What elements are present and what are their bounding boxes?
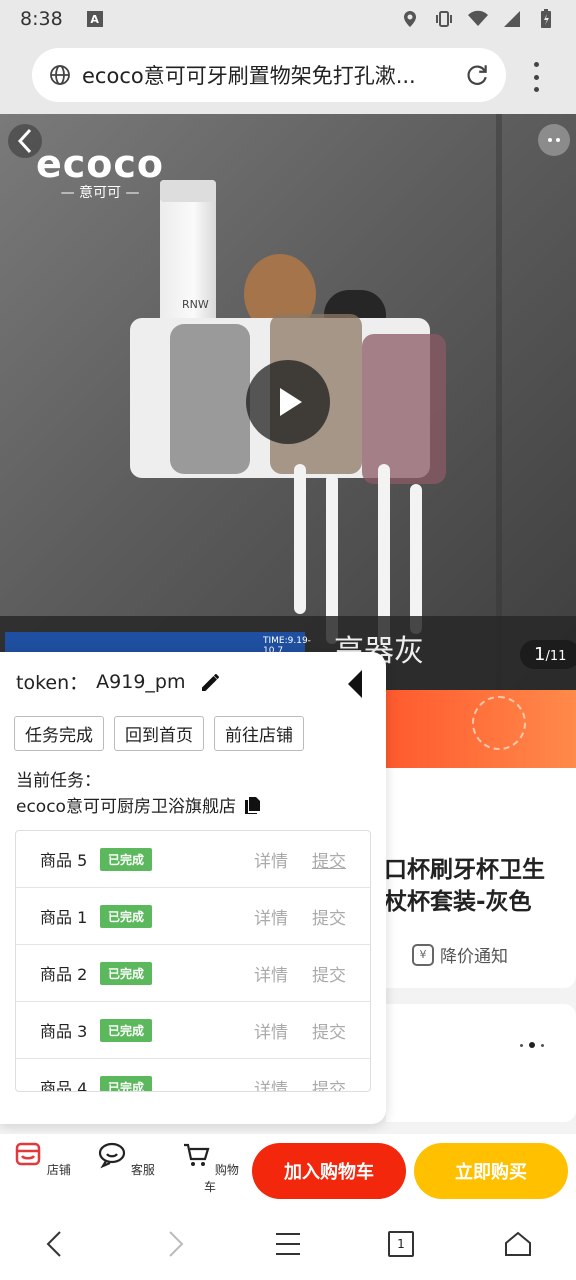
status-badge: 已完成 <box>100 904 153 928</box>
token-row: token： A919_pm <box>16 668 223 695</box>
product-gallery[interactable]: RNW ecoco — 意可可 — TIME:9.19-10.7 高器灰 1/1… <box>0 114 576 690</box>
vibrate-icon <box>436 11 452 27</box>
chat-icon <box>98 1142 126 1169</box>
store-tab[interactable]: 店铺 <box>12 1140 72 1178</box>
accessibility-icon: A <box>86 11 103 27</box>
play-icon <box>280 388 302 416</box>
battery-icon <box>541 9 551 28</box>
list-item: 商品 4 已完成 详情 提交 <box>16 1059 370 1092</box>
browser-toolbar: ecoco意可可牙刷置物架免打孔漱... <box>0 38 576 114</box>
toothbrush-image <box>294 464 306 614</box>
submit-link[interactable]: 提交 <box>312 904 346 929</box>
brand-logo: ecoco — 意可可 — <box>36 142 165 201</box>
image-counter: 1/11 <box>520 640 576 669</box>
wifi-icon <box>468 10 488 26</box>
back-home-button[interactable]: 回到首页 <box>114 716 204 751</box>
current-task-label: 当前任务： <box>16 771 101 791</box>
copy-icon[interactable] <box>242 795 262 815</box>
task-panel: token： A919_pm 任务完成 回到首页 前往店铺 当前任务： ecoc… <box>0 652 386 1124</box>
url-text[interactable]: ecoco意可可牙刷置物架免打孔漱... <box>82 60 454 90</box>
token-value: A919_pm <box>96 670 186 693</box>
status-badge: 已完成 <box>100 847 153 871</box>
location-icon <box>404 11 416 27</box>
buy-now-button[interactable]: 立即购买 <box>414 1143 568 1199</box>
shop-name: ecoco意可可厨房卫浴旗舰店 <box>16 797 236 817</box>
product-info-card: 口杯刷牙杯卫生 杖杯套装-灰色 ¥ 降价通知 <box>384 768 576 988</box>
list-item: 商品 1 已完成 详情 提交 <box>16 888 370 945</box>
cup-image <box>362 334 446 484</box>
status-time: 8:38 <box>20 8 63 30</box>
toothbrush-image <box>410 484 422 634</box>
purchase-bar: 店铺 客服 购物车 加入购物车 立即购买 <box>0 1134 576 1208</box>
price-notify-icon: ¥ <box>412 943 434 966</box>
back-button[interactable] <box>8 124 42 158</box>
price-banner <box>386 690 576 768</box>
globe-icon <box>50 65 70 85</box>
collapse-panel-icon[interactable] <box>348 670 362 698</box>
submit-link[interactable]: 提交 <box>312 1018 346 1043</box>
submit-link[interactable]: 提交 <box>312 961 346 986</box>
home-icon[interactable] <box>502 1228 534 1260</box>
toothpaste-image: RNW <box>160 180 216 330</box>
submit-link[interactable]: 提交 <box>312 1075 346 1092</box>
status-icons <box>400 9 556 29</box>
cart-icon <box>184 1143 210 1166</box>
status-badge: 已完成 <box>100 961 153 985</box>
tabs-button[interactable]: 1 <box>388 1231 414 1257</box>
list-item: 商品 2 已完成 详情 提交 <box>16 945 370 1002</box>
panel-buttons: 任务完成 回到首页 前往店铺 <box>14 716 304 751</box>
cart-tab[interactable]: 购物车 <box>180 1140 240 1195</box>
detail-link[interactable]: 详情 <box>254 904 288 929</box>
menu-icon[interactable] <box>272 1228 304 1260</box>
edit-icon[interactable] <box>199 670 223 694</box>
signal-icon <box>504 11 520 27</box>
price-drop-notify[interactable]: ¥ 降价通知 <box>412 942 508 967</box>
detail-link[interactable]: 详情 <box>254 847 288 872</box>
status-badge: 已完成 <box>100 1018 153 1042</box>
task-complete-button[interactable]: 任务完成 <box>14 716 104 751</box>
browser-nav-bar: 1 <box>0 1208 576 1280</box>
address-bar[interactable]: ecoco意可可牙刷置物架免打孔漱... <box>32 48 506 102</box>
status-bar: 8:38 A <box>0 0 576 38</box>
forward-icon[interactable] <box>158 1228 190 1260</box>
reload-icon[interactable] <box>464 62 490 88</box>
submit-link[interactable]: 提交 <box>312 847 346 872</box>
chevron-left-icon <box>17 128 32 154</box>
store-icon <box>15 1142 41 1166</box>
carousel-dots <box>520 1042 544 1048</box>
dispenser-image <box>170 324 250 474</box>
service-tab[interactable]: 客服 <box>96 1140 156 1178</box>
list-item: 商品 5 已完成 详情 提交 <box>16 831 370 888</box>
add-to-cart-button[interactable]: 加入购物车 <box>252 1143 406 1199</box>
browser-menu-icon[interactable] <box>526 62 546 92</box>
product-title: 口杯刷牙杯卫生 杖杯套装-灰色 <box>384 857 545 915</box>
go-store-button[interactable]: 前往店铺 <box>214 716 304 751</box>
back-icon[interactable] <box>40 1228 72 1260</box>
detail-link[interactable]: 详情 <box>254 961 288 986</box>
shop-name-row: ecoco意可可厨房卫浴旗舰店 <box>16 792 262 817</box>
detail-link[interactable]: 详情 <box>254 1018 288 1043</box>
more-options-button[interactable] <box>538 124 570 156</box>
info-card-2 <box>386 1004 576 1122</box>
token-label: token： <box>16 672 89 694</box>
status-badge: 已完成 <box>100 1075 153 1091</box>
detail-link[interactable]: 详情 <box>254 1075 288 1092</box>
play-video-button[interactable] <box>246 360 330 444</box>
list-item: 商品 3 已完成 详情 提交 <box>16 1002 370 1059</box>
task-list: 商品 5 已完成 详情 提交 商品 1 已完成 详情 提交 商品 2 已完成 详… <box>15 830 371 1092</box>
